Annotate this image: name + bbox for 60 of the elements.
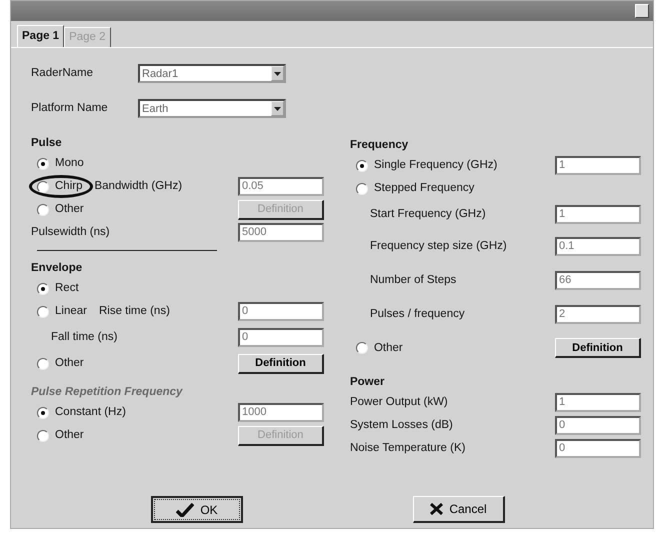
input-field[interactable]: 0 bbox=[238, 302, 324, 322]
field-label: Start Frequency (GHz) bbox=[370, 207, 486, 222]
section-heading: Power bbox=[350, 375, 386, 390]
radio-label: Constant (Hz) bbox=[55, 405, 126, 420]
field-label: Power Output (kW) bbox=[350, 395, 448, 410]
radio-label: Other bbox=[55, 202, 84, 218]
radio-button[interactable] bbox=[37, 158, 49, 170]
radio-button[interactable] bbox=[37, 282, 49, 295]
radio-label: Chirp bbox=[55, 179, 82, 194]
input-field[interactable]: 0.05 bbox=[238, 177, 324, 196]
input-field[interactable]: 0 bbox=[555, 439, 641, 458]
radio-label: Other bbox=[55, 428, 84, 444]
field-label: Frequency step size (GHz) bbox=[370, 238, 507, 254]
field-label: Rise time (ns) bbox=[98, 304, 170, 320]
input-field[interactable]: 0.1 bbox=[555, 236, 641, 256]
input-field[interactable]: 1 bbox=[555, 393, 641, 412]
tab[interactable]: Page 1 bbox=[17, 25, 64, 48]
cancel-button[interactable]: Cancel bbox=[413, 496, 505, 524]
input-field[interactable]: 66 bbox=[555, 270, 641, 290]
checkmark-icon bbox=[176, 502, 194, 517]
input-field[interactable]: 0 bbox=[238, 328, 324, 348]
field-label: Fall time (ns) bbox=[51, 330, 118, 346]
dropdown-field[interactable]: Earth bbox=[138, 99, 286, 118]
field-label: Noise Temperature (K) bbox=[350, 441, 466, 456]
field-label: Pulsewidth (ns) bbox=[31, 225, 110, 240]
radio-label: Stepped Frequency bbox=[374, 181, 474, 196]
field-label: System Losses (dB) bbox=[350, 418, 453, 434]
ok-button[interactable]: OK bbox=[151, 496, 243, 524]
section-heading: Frequency bbox=[350, 138, 410, 153]
input-field[interactable]: 5000 bbox=[238, 223, 324, 242]
radio-label: Linear bbox=[55, 304, 87, 320]
dropdown-field[interactable]: Radar1 bbox=[138, 64, 286, 84]
radio-label: Mono bbox=[55, 156, 84, 172]
section-heading: Pulse bbox=[31, 136, 63, 151]
field-label: Bandwidth (GHz) bbox=[94, 179, 182, 194]
input-field[interactable]: 1 bbox=[555, 156, 641, 176]
radio-button[interactable] bbox=[37, 204, 49, 216]
field-label: Number of Steps bbox=[370, 272, 456, 288]
section-heading: Envelope bbox=[31, 261, 84, 276]
close-icon bbox=[430, 503, 444, 516]
radio-label: Rect bbox=[55, 281, 79, 296]
input-field[interactable]: 1 bbox=[555, 205, 641, 224]
field-label: Platform Name bbox=[31, 101, 109, 116]
section-heading: Pulse Repetition Frequency bbox=[31, 385, 184, 400]
radio-button[interactable] bbox=[356, 182, 368, 195]
radio-button[interactable] bbox=[37, 358, 49, 370]
radio-button[interactable] bbox=[356, 160, 368, 172]
input-field[interactable]: 2 bbox=[555, 304, 641, 324]
radio-button[interactable] bbox=[37, 306, 49, 318]
radio-label: Single Frequency (GHz) bbox=[374, 158, 498, 174]
radio-button[interactable] bbox=[356, 342, 368, 354]
radio-button[interactable] bbox=[37, 180, 49, 193]
radio-label: Other bbox=[55, 356, 84, 372]
field-label: Pulses / frequency bbox=[370, 306, 465, 322]
field-label: RaderName bbox=[31, 66, 94, 82]
close-button[interactable] bbox=[635, 4, 649, 18]
input-field[interactable]: 0 bbox=[555, 416, 641, 436]
radio-label: Other bbox=[374, 340, 403, 356]
definition-button[interactable]: Definition bbox=[238, 354, 324, 374]
definition-button[interactable]: Definition bbox=[555, 338, 641, 358]
